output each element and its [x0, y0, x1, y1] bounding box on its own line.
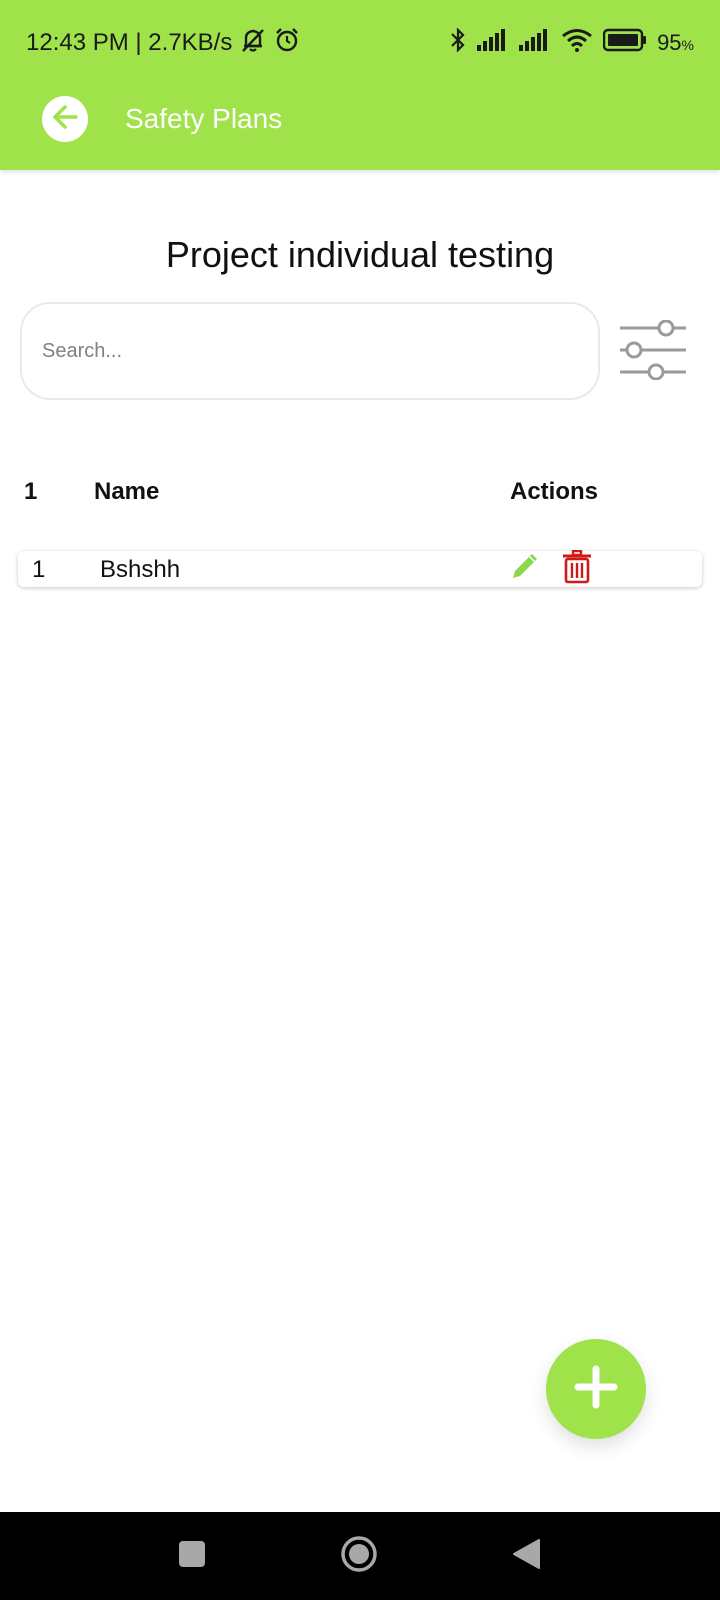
table-header: 1 Name Actions: [0, 476, 720, 510]
status-bar: 12:43 PM | 2.7KB/s 95%: [0, 0, 720, 86]
back-button[interactable]: [42, 96, 88, 142]
filter-button[interactable]: [618, 318, 688, 386]
header-actions: Actions: [510, 478, 599, 505]
app-bar: Safety Plans: [0, 86, 720, 170]
signal-icon: [477, 28, 509, 58]
home-icon: [340, 1535, 378, 1578]
bluetooth-icon: [449, 26, 467, 60]
status-left: 12:43 PM | 2.7KB/s: [26, 27, 300, 60]
recent-apps-icon: [178, 1540, 206, 1573]
search-input[interactable]: [42, 339, 578, 363]
mute-bell-icon: [240, 27, 266, 60]
edit-button[interactable]: [508, 553, 540, 585]
trash-icon: [561, 549, 593, 589]
app-bar-title: Safety Plans: [125, 103, 283, 134]
back-icon: [511, 1538, 541, 1575]
add-button[interactable]: [546, 1339, 646, 1439]
status-right: 95%: [449, 26, 694, 60]
battery-icon: [602, 28, 647, 59]
recent-apps-button[interactable]: [170, 1534, 214, 1578]
header-index: 1: [24, 478, 38, 505]
home-button[interactable]: [337, 1534, 381, 1578]
delete-button[interactable]: [560, 549, 594, 589]
battery-percent: 95: [657, 30, 682, 55]
row-index: 1: [32, 556, 46, 583]
system-nav-bar: [0, 1512, 720, 1600]
screen: 12:43 PM | 2.7KB/s 95% Safety Plans Proj…: [0, 0, 720, 1600]
battery-unit: %: [681, 37, 694, 53]
pencil-icon: [509, 552, 539, 587]
alarm-icon: [274, 27, 300, 60]
arrow-left-icon: [49, 101, 81, 138]
page-title: Project individual testing: [165, 234, 555, 275]
nav-back-button[interactable]: [504, 1534, 548, 1578]
row-name: Bshshh: [100, 556, 181, 583]
status-time-speed: 12:43 PM | 2.7KB/s: [26, 29, 233, 56]
search-box: [20, 302, 600, 400]
plus-icon: [574, 1365, 618, 1414]
header-name: Name: [94, 478, 160, 505]
sliders-icon: [620, 319, 686, 385]
table-row[interactable]: 1 Bshshh: [18, 549, 702, 589]
wifi-icon: [561, 28, 593, 59]
signal-icon: [519, 28, 551, 58]
battery-level: 95%: [657, 30, 694, 56]
top-bar: 12:43 PM | 2.7KB/s 95% Safety Plans: [0, 0, 720, 170]
